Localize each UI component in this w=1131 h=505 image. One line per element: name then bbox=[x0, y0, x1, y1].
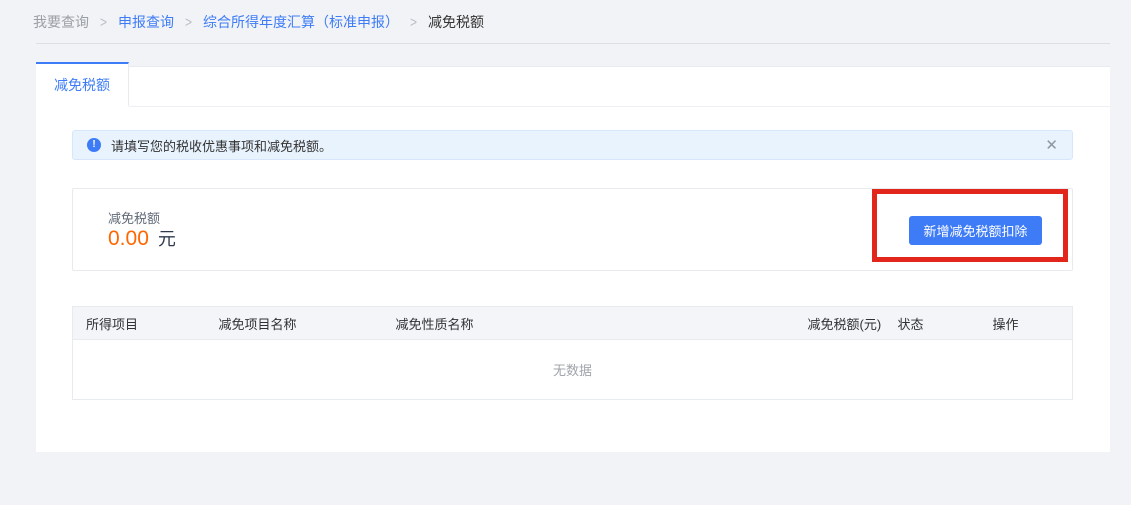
column-header-reduction-item-name: 减免项目名称 bbox=[206, 307, 383, 340]
summary-amount: 0.00 bbox=[108, 227, 149, 251]
breadcrumb-item-annual-settlement[interactable]: 综合所得年度汇算（标准申报） bbox=[203, 12, 399, 32]
add-tax-reduction-button[interactable]: 新增减免税额扣除 bbox=[909, 216, 1042, 245]
tax-reduction-summary-card: 减免税额 0.00 元 新增减免税额扣除 bbox=[72, 188, 1073, 271]
breadcrumb-item-current: 减免税额 bbox=[428, 12, 484, 32]
breadcrumb: 我要查询 > 申报查询 > 综合所得年度汇算（标准申报） > 减免税额 bbox=[33, 12, 484, 32]
breadcrumb-separator: > bbox=[410, 14, 417, 31]
column-header-reduction-amount: 减免税额(元) bbox=[795, 307, 885, 340]
column-header-actions: 操作 bbox=[980, 307, 1073, 340]
table-empty-row: 无数据 bbox=[73, 340, 1073, 400]
tabbar-bottom-border bbox=[129, 106, 1110, 107]
table-header-row: 所得项目 减免项目名称 减免性质名称 减免税额(元) 状态 操作 bbox=[73, 307, 1073, 340]
summary-value-row: 0.00 元 bbox=[108, 225, 176, 251]
tab-label: 减免税额 bbox=[54, 75, 110, 95]
tab-tax-reduction[interactable]: 减免税额 bbox=[36, 62, 129, 106]
close-icon[interactable]: ✕ bbox=[1045, 138, 1058, 153]
main-content-card: ! 请填写您的税收优惠事项和减免税额。 ✕ 减免税额 0.00 元 新增减免税额… bbox=[36, 66, 1110, 452]
alert-message: 请填写您的税收优惠事项和减免税额。 bbox=[111, 136, 332, 155]
breadcrumb-item-declare-query[interactable]: 申报查询 bbox=[118, 12, 174, 32]
info-circle-icon: ! bbox=[87, 138, 101, 152]
breadcrumb-item-query-home[interactable]: 我要查询 bbox=[33, 12, 89, 32]
column-header-income-item: 所得项目 bbox=[73, 307, 206, 340]
tax-reduction-table: 所得项目 减免项目名称 减免性质名称 减免税额(元) 状态 操作 无数据 bbox=[72, 306, 1073, 400]
column-header-status: 状态 bbox=[885, 307, 980, 340]
summary-unit: 元 bbox=[158, 225, 176, 251]
column-header-reduction-nature-name: 减免性质名称 bbox=[383, 307, 795, 340]
breadcrumb-divider bbox=[36, 43, 1110, 44]
breadcrumb-separator: > bbox=[100, 14, 107, 31]
page: 我要查询 > 申报查询 > 综合所得年度汇算（标准申报） > 减免税额 ! 请填… bbox=[0, 0, 1131, 505]
breadcrumb-separator: > bbox=[185, 14, 192, 31]
info-alert: ! 请填写您的税收优惠事项和减免税额。 ✕ bbox=[72, 130, 1073, 160]
empty-state-text: 无数据 bbox=[73, 340, 1073, 400]
